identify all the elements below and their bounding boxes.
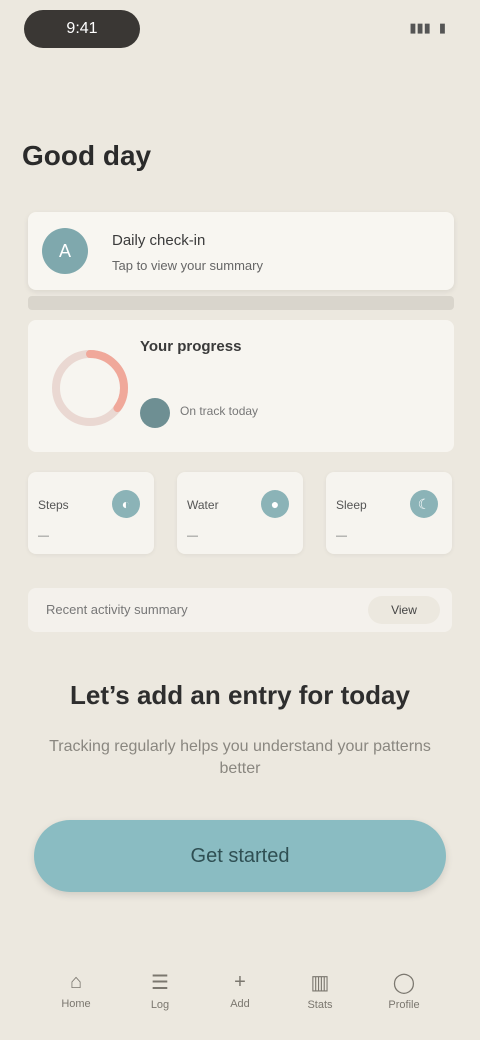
nav-item-home[interactable]: ⌂ Home — [48, 962, 104, 1018]
plus-icon: + — [234, 970, 246, 993]
avatar: A — [42, 228, 88, 274]
walk-icon: ◐ — [112, 490, 140, 518]
signal-icon: ▮▮▮ — [409, 20, 431, 35]
quick-card-label: Steps — [38, 498, 69, 512]
chart-icon: ▥ — [310, 971, 330, 994]
activity-text: Recent activity summary — [46, 602, 188, 617]
callout-heading: Let’s add an entry for today — [70, 680, 410, 710]
checkin-subtitle: Tap to view your summary — [112, 258, 263, 273]
nav-item-log[interactable]: ☰ Log — [132, 962, 188, 1018]
battery-icon: ▮ — [438, 20, 446, 35]
quick-card-value: — — [38, 530, 49, 542]
page-title: Good day — [22, 140, 152, 171]
progress-icon — [140, 398, 170, 428]
home-icon: ⌂ — [69, 970, 83, 993]
section-divider — [28, 296, 454, 310]
quick-card-label: Sleep — [336, 498, 367, 512]
quick-card-water[interactable]: Water ● — — [177, 472, 303, 554]
get-started-button[interactable]: Get started — [34, 820, 446, 892]
bottom-nav: ⌂ Home ☰ Log + Add ▥ Stats ◯ Profile — [0, 930, 480, 1040]
callout-subtext: Tracking regularly helps you understand … — [49, 738, 431, 777]
drop-icon: ● — [261, 490, 289, 518]
nav-label: Add — [230, 997, 250, 1010]
nav-label: Log — [150, 998, 170, 1011]
quick-card-label: Water — [187, 498, 219, 512]
user-icon: ◯ — [392, 971, 416, 994]
quick-card-sleep[interactable]: Sleep ☾ — — [326, 472, 452, 554]
avatar-letter: A — [58, 240, 71, 261]
progress-title: Your progress — [140, 338, 242, 355]
progress-card[interactable]: Your progress On track today — [28, 320, 454, 452]
quick-card-value: — — [336, 530, 347, 542]
progress-ring — [52, 350, 128, 426]
moon-icon: ☾ — [410, 490, 438, 518]
progress-note: On track today — [180, 404, 259, 418]
status-indicators: ▮▮▮ ▮ — [409, 20, 446, 36]
checkin-title: Daily check‑in — [112, 232, 206, 249]
time-text: 9:41 — [66, 20, 98, 37]
list-icon: ☰ — [151, 971, 169, 994]
nav-item-profile[interactable]: ◯ Profile — [376, 962, 432, 1018]
nav-label: Home — [61, 997, 91, 1010]
nav-label: Stats — [307, 998, 333, 1011]
activity-bar: Recent activity summary View — [28, 588, 452, 632]
nav-item-stats[interactable]: ▥ Stats — [292, 962, 348, 1018]
nav-item-add[interactable]: + Add — [212, 962, 268, 1018]
quick-card-value: — — [187, 530, 198, 542]
time-pill: 9:41 — [24, 10, 140, 48]
nav-label: Profile — [388, 998, 420, 1011]
quick-card-steps[interactable]: Steps ◐ — — [28, 472, 154, 554]
view-button[interactable]: View — [368, 596, 440, 624]
checkin-card[interactable]: A Daily check‑in Tap to view your summar… — [28, 212, 454, 290]
